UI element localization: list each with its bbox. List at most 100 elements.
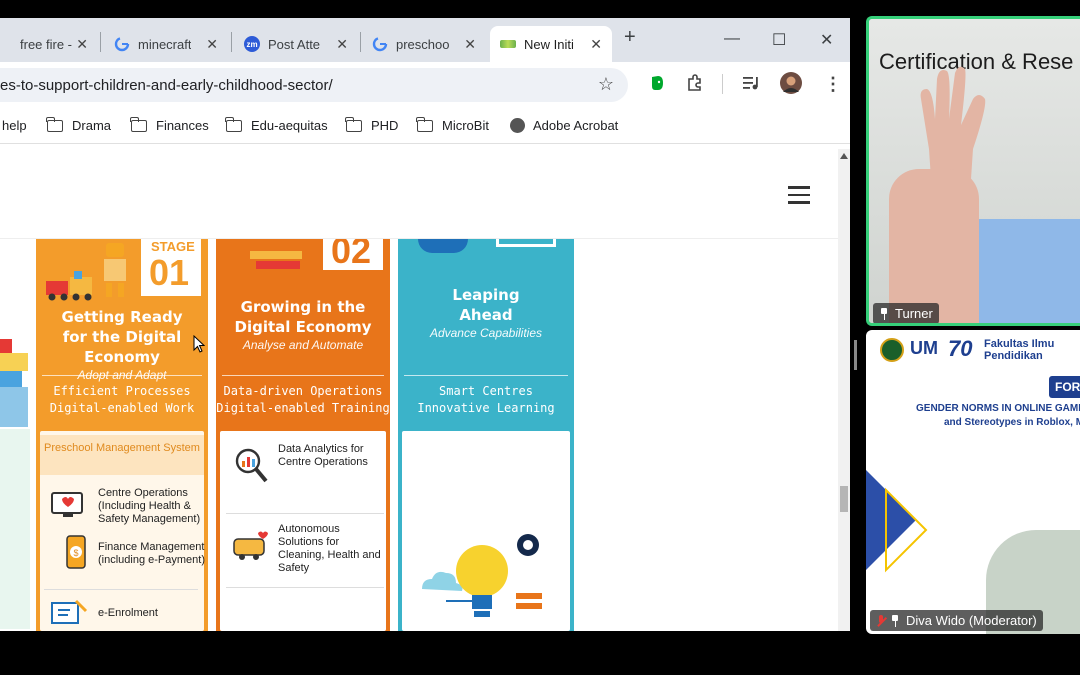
bookmark-drama[interactable]: Drama bbox=[46, 116, 112, 133]
capability: Digital-enabled Work bbox=[49, 401, 195, 415]
bookmark-label: PHD bbox=[371, 118, 399, 133]
bookmark-star-icon[interactable]: ☆ bbox=[598, 74, 614, 95]
solution-item: Centre Operations (Including Health & Sa… bbox=[98, 487, 201, 525]
decorative-triangles bbox=[866, 460, 946, 580]
scroll-up-arrow-icon[interactable] bbox=[840, 153, 848, 159]
bookmark-label: help bbox=[2, 118, 27, 133]
tab-close-icon[interactable]: ✕ bbox=[76, 36, 88, 53]
minimize-button[interactable]: — bbox=[724, 30, 740, 48]
bookmark-label: MicroBit bbox=[442, 118, 489, 133]
tab-title: preschoo bbox=[396, 36, 450, 52]
stage-title: Leaping Ahead bbox=[452, 286, 520, 324]
finance-phone-icon: $ bbox=[64, 535, 88, 571]
tab-title: Post Atte bbox=[268, 36, 321, 52]
bookmark-finances[interactable]: Finances bbox=[130, 116, 209, 133]
folder-icon bbox=[416, 116, 433, 132]
bookmark-help[interactable]: help bbox=[2, 118, 27, 133]
bookmark-phd[interactable]: PHD bbox=[345, 116, 399, 133]
site-icon bbox=[500, 40, 516, 48]
new-tab-button[interactable]: + bbox=[624, 26, 636, 49]
books-icon bbox=[250, 239, 310, 271]
site-header bbox=[0, 149, 838, 239]
bookmark-label: Edu-aequitas bbox=[251, 118, 328, 133]
page-scrollbar[interactable] bbox=[838, 149, 850, 631]
url-text[interactable]: es-to-support-children-and-early-childho… bbox=[0, 77, 333, 94]
tab-close-icon[interactable]: ✕ bbox=[206, 36, 218, 53]
stage-3-column: Leaping Ahead Advance Capabilities Smart… bbox=[398, 239, 574, 631]
folder-icon bbox=[345, 116, 362, 132]
participant-name: Turner bbox=[895, 306, 933, 321]
hamburger-menu-icon[interactable] bbox=[788, 186, 810, 209]
media-control-icon[interactable] bbox=[742, 74, 762, 97]
zoom-icon: zm bbox=[244, 36, 260, 52]
solution-item: e-Enrolment bbox=[98, 607, 158, 619]
system-label: Preschool Management System bbox=[40, 435, 204, 475]
capability: Smart Centres bbox=[439, 384, 533, 398]
folder-icon bbox=[130, 116, 147, 132]
bookmark-edu-aequitas[interactable]: Edu-aequitas bbox=[225, 116, 328, 133]
evernote-icon[interactable] bbox=[648, 74, 666, 97]
data-analytics-icon bbox=[232, 445, 270, 485]
stage-number: 01 bbox=[149, 252, 190, 293]
faculty-name: Fakultas Ilmu Pendidikan bbox=[984, 338, 1055, 362]
divider bbox=[222, 375, 384, 376]
bookmark-microbit[interactable]: MicroBit bbox=[416, 116, 489, 133]
mouse-cursor-icon bbox=[193, 334, 206, 353]
bookmark-label: Drama bbox=[72, 118, 112, 133]
address-bar[interactable]: es-to-support-children-and-early-childho… bbox=[0, 68, 628, 102]
mic-muted-icon bbox=[876, 614, 886, 627]
extensions-icon[interactable] bbox=[686, 74, 704, 97]
stage-badge bbox=[496, 239, 556, 247]
divider bbox=[226, 587, 384, 588]
toolbar-divider bbox=[722, 74, 723, 94]
panel-resize-handle[interactable] bbox=[854, 340, 857, 370]
tab-close-icon[interactable]: ✕ bbox=[464, 36, 476, 53]
tab-strip: free fire - ✕ minecraft ✕ zm Post Atte ✕ bbox=[0, 18, 850, 62]
participant-video-tile[interactable]: Certification & Rese Turner bbox=[866, 16, 1080, 326]
tab-post-attendance[interactable]: zm Post Atte ✕ bbox=[234, 26, 358, 62]
tab-minecraft[interactable]: minecraft ✕ bbox=[104, 26, 228, 62]
capability: Innovative Learning bbox=[417, 401, 555, 415]
close-window-button[interactable]: ✕ bbox=[820, 30, 833, 50]
stage-2-heading: Growing in the Digital Economy Analyse a… bbox=[216, 297, 390, 353]
stage-1-solutions: Preschool Management System Centre Opera… bbox=[40, 431, 205, 631]
stage-2-solutions: Data Analytics for Centre Operations Aut… bbox=[220, 431, 386, 631]
tab-close-icon[interactable]: ✕ bbox=[336, 36, 348, 53]
browser-toolbar: es-to-support-children-and-early-childho… bbox=[0, 62, 850, 108]
stage-1-capabilities: Efficient Processes Digital-enabled Work bbox=[36, 383, 208, 417]
participant-name-tag: Diva Wido (Moderator) bbox=[870, 610, 1043, 631]
stage-badge: 02 bbox=[320, 239, 386, 273]
tab-separator bbox=[231, 32, 232, 52]
stage-1-heading: Getting Ready for the Digital Economy Ad… bbox=[36, 307, 208, 383]
web-page: STAGE 01 Getting Ready for the Digital E… bbox=[0, 149, 850, 631]
university-seal-icon bbox=[880, 338, 904, 362]
tab-close-icon[interactable]: ✕ bbox=[590, 36, 602, 53]
menu-kebab-icon[interactable]: ⋮ bbox=[824, 74, 842, 95]
divider bbox=[42, 375, 202, 376]
shared-screen-tile[interactable]: UM 70 Fakultas Ilmu Pendidikan FORU GEND… bbox=[866, 330, 1080, 634]
university-logo: UM bbox=[910, 338, 938, 358]
profile-avatar[interactable] bbox=[780, 72, 802, 99]
screen: free fire - ✕ minecraft ✕ zm Post Atte ✕ bbox=[0, 0, 1080, 675]
toy-block-icon bbox=[0, 339, 12, 353]
bookmark-label: Adobe Acrobat bbox=[533, 118, 619, 133]
toy-block-icon bbox=[0, 371, 22, 387]
solution-item: Autonomous Solutions for Cleaning, Healt… bbox=[278, 523, 381, 574]
stage-2-capabilities: Data-driven Operations Digital-enabled T… bbox=[216, 383, 390, 417]
bookmark-adobe-acrobat[interactable]: Adobe Acrobat bbox=[510, 118, 618, 133]
robot-icon bbox=[98, 239, 132, 299]
centre-operations-icon bbox=[50, 487, 84, 521]
headline-line-1: GENDER NORMS IN ONLINE GAME bbox=[916, 403, 1080, 414]
tab-new-initiatives[interactable]: New Initi ✕ bbox=[490, 26, 612, 62]
scroll-thumb[interactable] bbox=[840, 486, 848, 512]
divider bbox=[404, 375, 568, 376]
toy-block-icon bbox=[0, 353, 28, 371]
maximize-button[interactable]: ☐ bbox=[772, 30, 786, 50]
tab-preschool[interactable]: preschoo ✕ bbox=[362, 26, 486, 62]
tab-separator bbox=[360, 32, 361, 52]
capability: Data-driven Operations bbox=[223, 384, 383, 398]
tab-title: minecraft bbox=[138, 36, 192, 52]
svg-text:$: $ bbox=[73, 548, 78, 558]
e-enrolment-icon bbox=[50, 599, 90, 625]
tab-free-fire[interactable]: free fire - ✕ bbox=[0, 26, 98, 62]
